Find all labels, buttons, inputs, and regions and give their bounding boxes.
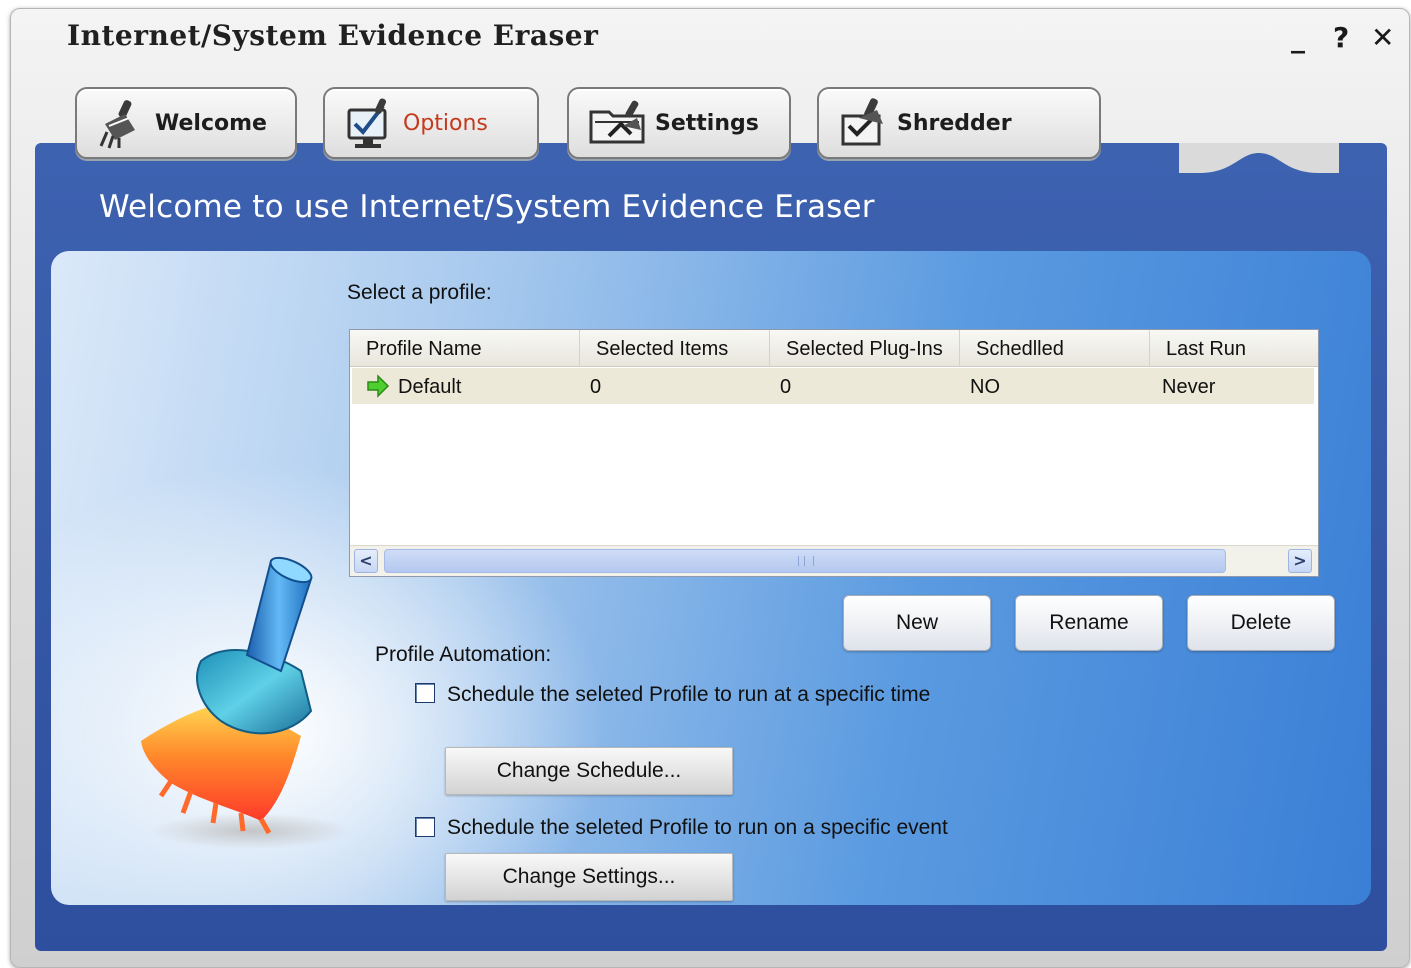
delete-button[interactable]: Delete [1187,595,1335,651]
tab-settings[interactable]: Settings [567,87,791,159]
tab-options[interactable]: Options [323,87,539,159]
scroll-right-button[interactable]: > [1288,549,1312,573]
help-button[interactable]: ? [1333,21,1349,54]
profile-list[interactable]: Profile Name Selected Items Selected Plu… [349,329,1319,577]
tab-notch [1179,143,1339,173]
window-title: Internet/System Evidence Eraser [67,19,599,52]
scrollbar-thumb[interactable] [384,549,1226,573]
tab-label: Shredder [897,110,1012,136]
selected-plugins-cell: 0 [780,376,792,398]
green-arrow-icon [366,368,390,404]
column-selected-items[interactable]: Selected Items [580,330,770,366]
broom-illustration-icon [131,551,361,855]
profile-automation-label: Profile Automation: [375,643,552,666]
tab-label: Options [403,110,488,136]
change-settings-button[interactable]: Change Settings... [445,853,733,901]
tab-welcome[interactable]: Welcome [75,87,297,159]
scroll-left-button[interactable]: < [354,549,378,573]
selected-items-cell: 0 [590,376,602,398]
column-profile-name[interactable]: Profile Name [350,330,580,366]
tab-label: Settings [655,110,759,136]
schedule-time-checkbox[interactable] [415,683,435,703]
horizontal-scrollbar[interactable]: < > [350,545,1318,576]
minimize-button[interactable]: _ [1291,21,1305,54]
broom-icon [95,96,149,150]
tab-shredder[interactable]: Shredder [817,87,1101,159]
schedule-event-label[interactable]: Schedule the seleted Profile to run on a… [447,816,948,840]
schedule-time-label[interactable]: Schedule the seleted Profile to run at a… [447,683,930,707]
change-schedule-button[interactable]: Change Schedule... [445,747,733,795]
profile-name-cell: Default [398,376,462,398]
tab-label: Welcome [155,110,267,136]
column-last-run[interactable]: Last Run [1150,330,1318,366]
last-run-cell: Never [1162,376,1216,398]
list-header: Profile Name Selected Items Selected Plu… [350,330,1318,367]
content-area: Select a profile: Profile Name Selected … [51,251,1371,905]
rename-button[interactable]: Rename [1015,595,1163,651]
schedule-event-checkbox[interactable] [415,817,435,837]
new-button[interactable]: New [843,595,991,651]
select-profile-label: Select a profile: [347,281,492,304]
column-selected-plugins[interactable]: Selected Plug-Ins [770,330,960,366]
page-heading: Welcome to use Internet/System Evidence … [99,189,875,225]
monitor-check-icon [343,96,397,150]
scheduled-cell: NO [970,376,1000,398]
column-scheduled[interactable]: Schedlled [960,330,1150,366]
folder-broom-icon [587,96,649,150]
title-bar[interactable]: Internet/System Evidence Eraser _ ? ✕ [11,9,1409,71]
close-button[interactable]: ✕ [1371,21,1394,54]
table-row[interactable]: Default 0 0 NO Never [352,368,1314,404]
shredder-broom-icon [837,96,891,150]
app-window: Internet/System Evidence Eraser _ ? ✕ We… [10,8,1410,968]
